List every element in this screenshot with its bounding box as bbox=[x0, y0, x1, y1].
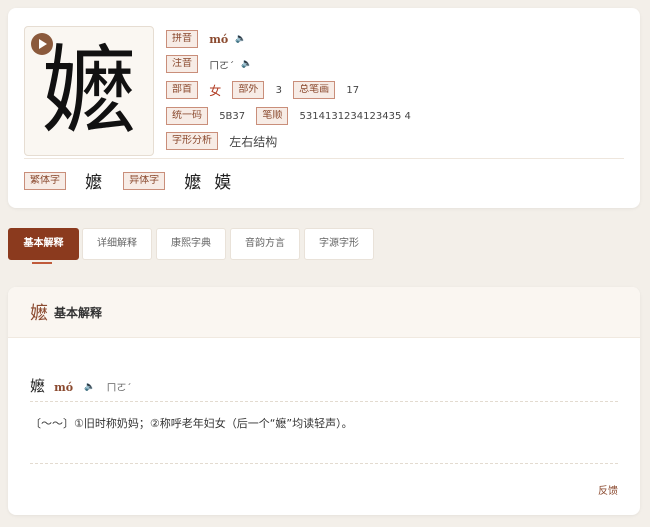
tab-phonology[interactable]: 音韵方言 bbox=[230, 228, 300, 260]
structure-row: 字形分析 左右结构 bbox=[166, 132, 277, 150]
speaker-icon[interactable]: 🔈 bbox=[241, 59, 252, 69]
radical-row: 部首 女 部外 3 总笔画 17 bbox=[166, 81, 359, 99]
pinyin-label: 拼音 bbox=[166, 30, 198, 48]
character-display: 嬷 bbox=[24, 26, 154, 156]
definition-text: 〔～～〕①旧时称奶妈；②称呼老年妇女（后一个“嬷”均读轻声）。 bbox=[30, 417, 353, 430]
character-card: 嬷 拼音 mó 🔈 注音 ㄇㄛˊ 🔈 部首 女 部外 3 总笔画 17 统一码 … bbox=[8, 8, 640, 208]
structure-value: 左右结构 bbox=[229, 134, 278, 149]
dashed-divider bbox=[30, 463, 618, 464]
divider bbox=[24, 158, 624, 159]
pinyin-row: 拼音 mó 🔈 bbox=[166, 30, 247, 48]
unicode-value: 5B37 bbox=[219, 110, 246, 122]
speaker-icon[interactable]: 🔈 bbox=[235, 34, 246, 44]
entry-pinyin: mó bbox=[54, 381, 74, 394]
tab-kangxi[interactable]: 康熙字典 bbox=[156, 228, 226, 260]
alternate-label: 异体字 bbox=[123, 171, 166, 190]
traditional-label: 繁体字 bbox=[24, 171, 66, 190]
total-strokes-label: 总笔画 bbox=[293, 81, 336, 99]
unicode-label: 统一码 bbox=[166, 107, 208, 125]
entry-character: 嬷 bbox=[30, 377, 46, 395]
section-character: 嬷 bbox=[30, 303, 48, 324]
variant-row: 繁体字 嬤 异体字 嬤 嫫 bbox=[24, 168, 231, 193]
stroke-order-value: 5314131234123435 4 bbox=[299, 110, 411, 122]
tab-etymology[interactable]: 字源字形 bbox=[304, 228, 374, 260]
structure-label: 字形分析 bbox=[166, 132, 218, 150]
stroke-order-label: 笔顺 bbox=[256, 107, 289, 125]
entry-pronunciation: 嬷 mó 🔈 ㄇㄛˊ bbox=[30, 375, 132, 396]
basic-definition-card: 嬷 基本解释 嬷 mó 🔈 ㄇㄛˊ 〔～～〕①旧时称奶妈；②称呼老年妇女（后一个… bbox=[8, 287, 640, 515]
traditional-character[interactable]: 嬤 bbox=[85, 173, 102, 193]
section-title: 基本解释 bbox=[54, 306, 103, 320]
section-header: 嬷 基本解释 bbox=[8, 287, 640, 338]
pinyin-value: mó bbox=[209, 32, 229, 46]
radical-value[interactable]: 女 bbox=[209, 84, 221, 98]
alternate-character[interactable]: 嫫 bbox=[214, 173, 231, 193]
dashed-divider bbox=[30, 401, 618, 402]
outer-strokes-value: 3 bbox=[275, 84, 282, 96]
unicode-row: 统一码 5B37 笔顺 5314131234123435 4 bbox=[166, 107, 411, 125]
tab-basic[interactable]: 基本解释 bbox=[8, 228, 79, 260]
zhuyin-label: 注音 bbox=[166, 55, 198, 73]
radical-label: 部首 bbox=[166, 81, 198, 99]
play-icon[interactable] bbox=[31, 33, 53, 55]
total-strokes-value: 17 bbox=[346, 84, 360, 96]
speaker-icon[interactable]: 🔈 bbox=[84, 382, 95, 392]
active-tab-indicator bbox=[32, 262, 52, 264]
zhuyin-row: 注音 ㄇㄛˊ 🔈 bbox=[166, 55, 253, 73]
feedback-link[interactable]: 反馈 bbox=[598, 482, 618, 497]
zhuyin-value: ㄇㄛˊ bbox=[209, 60, 235, 72]
tab-detailed[interactable]: 详细解释 bbox=[82, 228, 152, 260]
entry-zhuyin: ㄇㄛˊ bbox=[106, 383, 132, 394]
alternate-character[interactable]: 嬤 bbox=[184, 173, 201, 193]
outer-strokes-label: 部外 bbox=[232, 81, 265, 99]
